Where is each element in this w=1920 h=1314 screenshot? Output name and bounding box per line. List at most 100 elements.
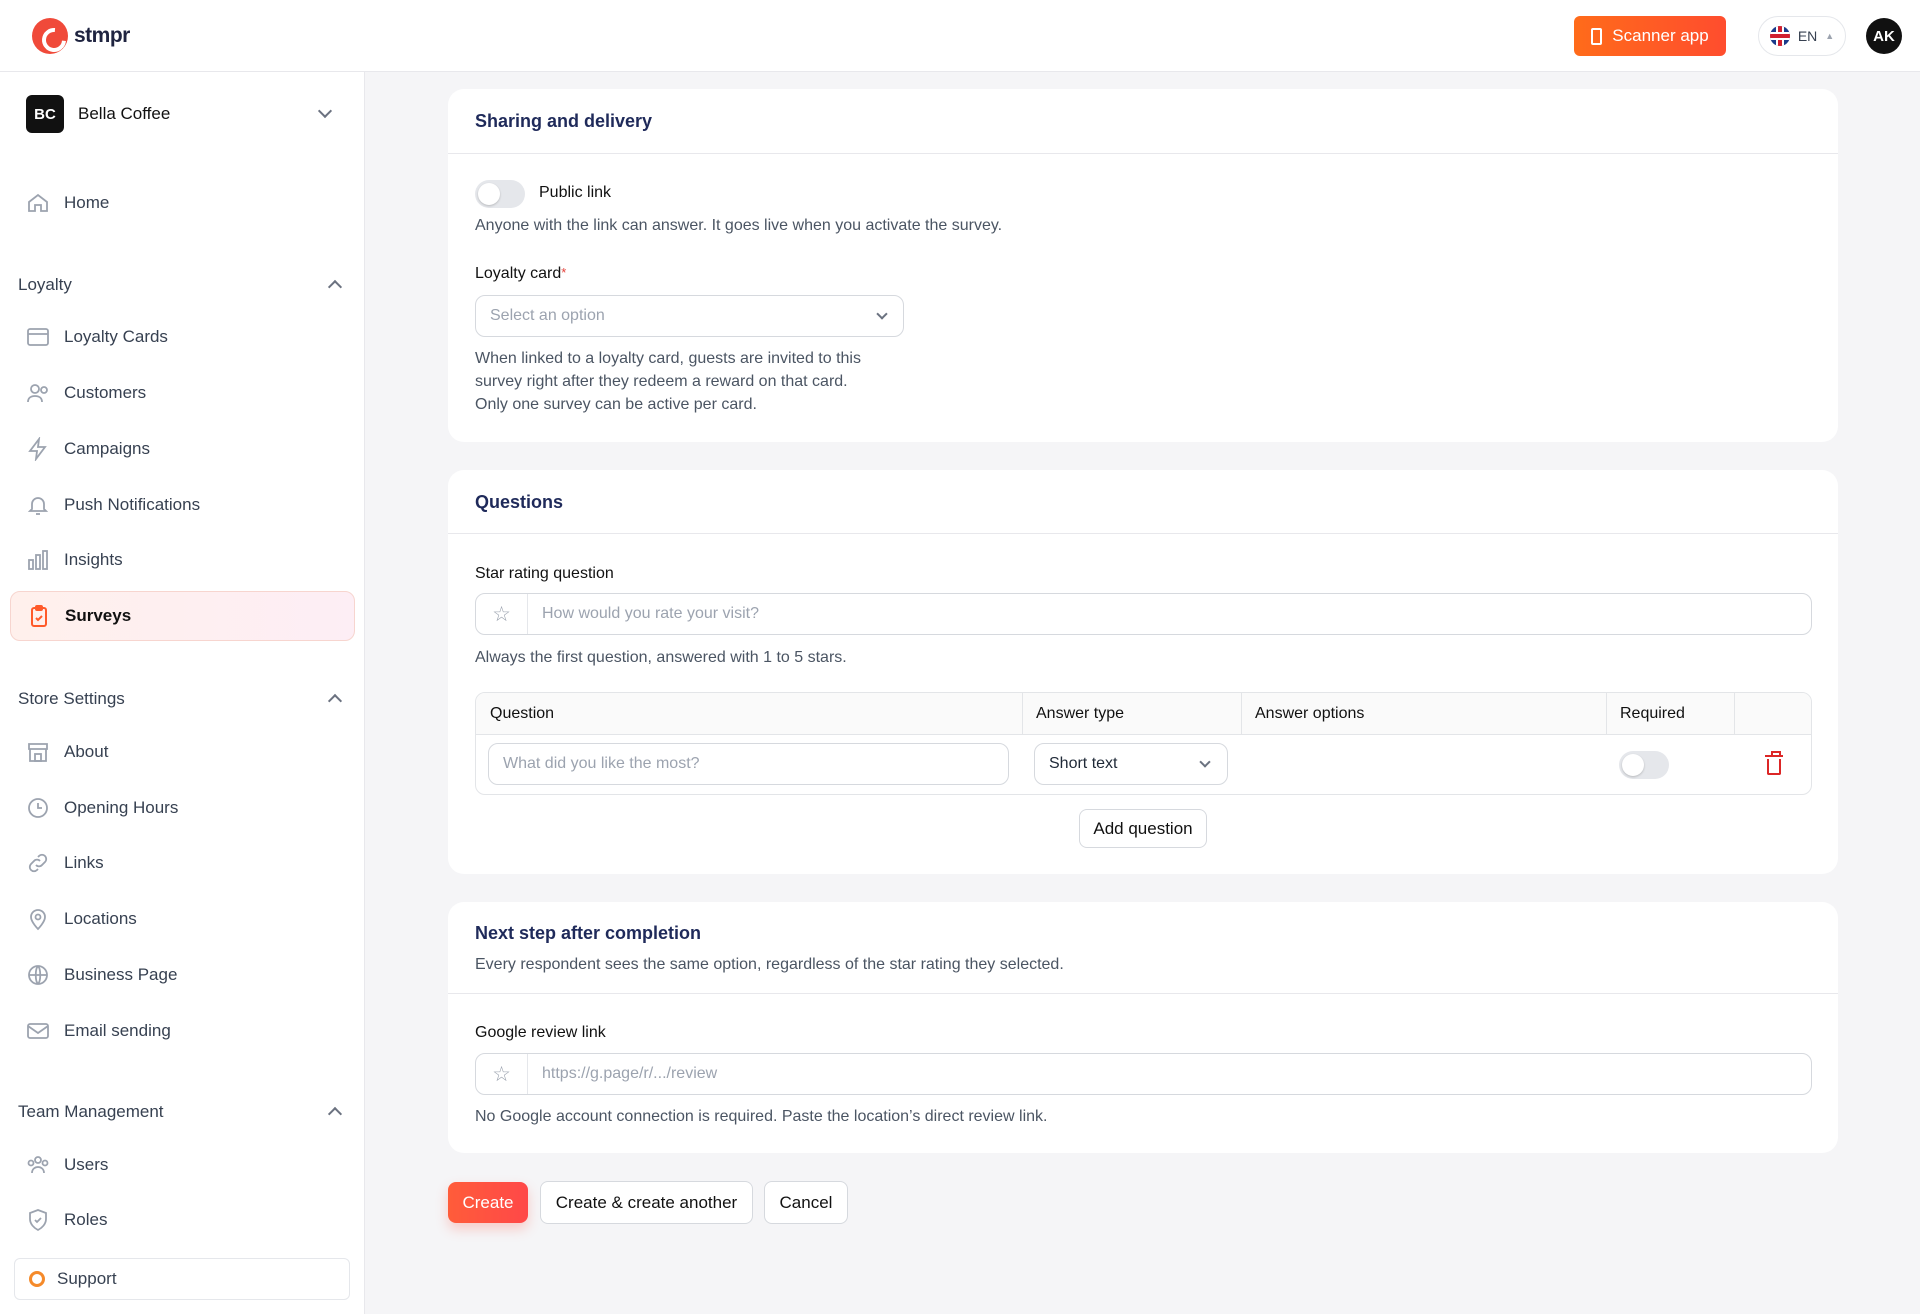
loyalty-card-help-line-3: Only one survey can be active per card. (475, 396, 757, 413)
star-question-placeholder: How would you rate your visit? (542, 605, 759, 622)
sidebar-item-opening-hours[interactable]: Opening Hours (10, 783, 355, 833)
loyalty-card-select[interactable]: Select an option (475, 295, 904, 337)
mail-icon (26, 1019, 50, 1043)
public-link-help: Anyone with the link can answer. It goes… (475, 217, 1003, 234)
card-icon (26, 325, 50, 349)
loyalty-card-help-line-2: survey right after they redeem a reward … (475, 373, 848, 390)
section-loyalty[interactable]: Loyalty (18, 270, 348, 300)
store-icon (26, 740, 50, 764)
home-icon (26, 191, 50, 215)
required-marker: * (561, 265, 567, 280)
card-title: Next step after completion (475, 923, 702, 943)
sharing-delivery-card: Sharing and delivery Public link Anyone … (448, 89, 1838, 442)
support-label: Support (57, 1269, 117, 1288)
chart-icon (26, 548, 50, 572)
sidebar-item-about[interactable]: About (10, 727, 355, 777)
delete-question-icon[interactable] (1765, 751, 1783, 775)
chevron-down-icon (1199, 756, 1211, 768)
sidebar-item-label: Surveys (65, 606, 132, 625)
brand-name: stmpr (74, 24, 130, 47)
divider (448, 153, 1838, 154)
lifebuoy-icon (29, 1271, 45, 1287)
language-selector[interactable]: EN ▲ (1758, 16, 1846, 56)
loyalty-card-label-text: Loyalty card (475, 265, 562, 282)
team-icon (26, 1153, 50, 1177)
star-question-input[interactable]: ☆ How would you rate your visit? (475, 593, 1812, 635)
sidebar: BC Bella Coffee Home Loyalty Loyalty Car… (0, 72, 365, 1314)
cancel-button[interactable]: Cancel (764, 1181, 848, 1224)
clock-icon (26, 796, 50, 820)
loyalty-card-help-line-1: When linked to a loyalty card, guests ar… (475, 350, 861, 367)
sidebar-item-label: Opening Hours (64, 798, 179, 817)
users-icon (26, 381, 50, 405)
section-title: Loyalty (18, 275, 72, 294)
chevron-up-icon (327, 279, 343, 295)
sidebar-item-label: Locations (64, 909, 137, 928)
organization-switcher[interactable]: BC Bella Coffee (26, 94, 338, 134)
column-answer-options: Answer options (1255, 705, 1365, 722)
public-link-toggle[interactable] (475, 180, 525, 208)
section-store-settings[interactable]: Store Settings (18, 684, 348, 714)
column-divider (1241, 693, 1242, 735)
sidebar-item-insights[interactable]: Insights (10, 535, 355, 585)
star-question-help: Always the first question, answered with… (475, 649, 847, 666)
column-answer-type: Answer type (1036, 705, 1125, 722)
sidebar-item-home[interactable]: Home (10, 178, 355, 228)
divider (448, 993, 1838, 994)
section-title: Store Settings (18, 689, 125, 708)
brand-logo[interactable]: stmpr (32, 18, 130, 54)
table-header: Question Answer type Answer options Requ… (476, 693, 1811, 735)
google-review-input[interactable]: ☆ https://g.page/r/.../review (475, 1053, 1812, 1095)
user-avatar[interactable]: AK (1866, 18, 1902, 54)
org-badge: BC (26, 95, 64, 133)
section-team-management[interactable]: Team Management (18, 1097, 348, 1127)
sidebar-item-label: Insights (64, 550, 123, 569)
sidebar-item-links[interactable]: Links (10, 838, 355, 888)
scanner-app-label: Scanner app (1612, 26, 1709, 45)
sidebar-item-customers[interactable]: Customers (10, 368, 355, 418)
question-placeholder: What did you like the most? (503, 755, 700, 772)
column-divider (1022, 693, 1023, 735)
globe-icon (26, 963, 50, 987)
section-title: Team Management (18, 1102, 164, 1121)
required-toggle[interactable] (1619, 751, 1669, 779)
sidebar-item-campaigns[interactable]: Campaigns (10, 424, 355, 474)
support-button[interactable]: Support (14, 1258, 350, 1300)
sidebar-item-locations[interactable]: Locations (10, 894, 355, 944)
google-review-label: Google review link (475, 1024, 606, 1041)
sidebar-item-email-sending[interactable]: Email sending (10, 1006, 355, 1056)
sidebar-item-business-page[interactable]: Business Page (10, 950, 355, 1000)
table-row: What did you like the most? Short text (476, 735, 1811, 794)
org-name: Bella Coffee (78, 104, 171, 123)
create-button[interactable]: Create (448, 1182, 528, 1223)
sidebar-item-roles[interactable]: Roles (10, 1195, 355, 1245)
sidebar-item-label: Loyalty Cards (64, 327, 168, 346)
answer-type-value: Short text (1049, 755, 1118, 772)
sidebar-item-users[interactable]: Users (10, 1140, 355, 1190)
language-label: EN (1797, 28, 1818, 44)
sidebar-item-label: Email sending (64, 1021, 171, 1040)
pin-icon (26, 907, 50, 931)
question-text-input[interactable]: What did you like the most? (488, 743, 1009, 785)
bolt-icon (26, 435, 50, 463)
chevron-down-icon (317, 103, 333, 119)
scanner-app-button[interactable]: Scanner app (1574, 16, 1726, 56)
create-and-create-another-button[interactable]: Create & create another (540, 1181, 753, 1224)
sidebar-item-label: Links (64, 853, 104, 872)
answer-type-select[interactable]: Short text (1034, 743, 1228, 785)
loyalty-card-label: Loyalty card* (475, 265, 566, 283)
shield-icon (26, 1208, 50, 1232)
google-review-help: No Google account connection is required… (475, 1108, 1048, 1125)
chevron-up-icon (327, 693, 343, 709)
top-bar: stmpr Scanner app EN ▲ AK (0, 0, 1920, 72)
google-review-placeholder: https://g.page/r/.../review (542, 1065, 718, 1082)
star-icon: ☆ (476, 1054, 528, 1094)
clipboard-icon (27, 604, 51, 628)
card-title: Questions (475, 492, 564, 512)
add-question-button[interactable]: Add question (1079, 809, 1207, 848)
sidebar-item-loyalty-cards[interactable]: Loyalty Cards (10, 312, 355, 362)
divider (448, 533, 1838, 534)
sidebar-item-surveys[interactable]: Surveys (10, 591, 355, 641)
sidebar-item-push-notifications[interactable]: Push Notifications (10, 480, 355, 530)
questions-card: Questions Star rating question ☆ How wou… (448, 470, 1838, 874)
